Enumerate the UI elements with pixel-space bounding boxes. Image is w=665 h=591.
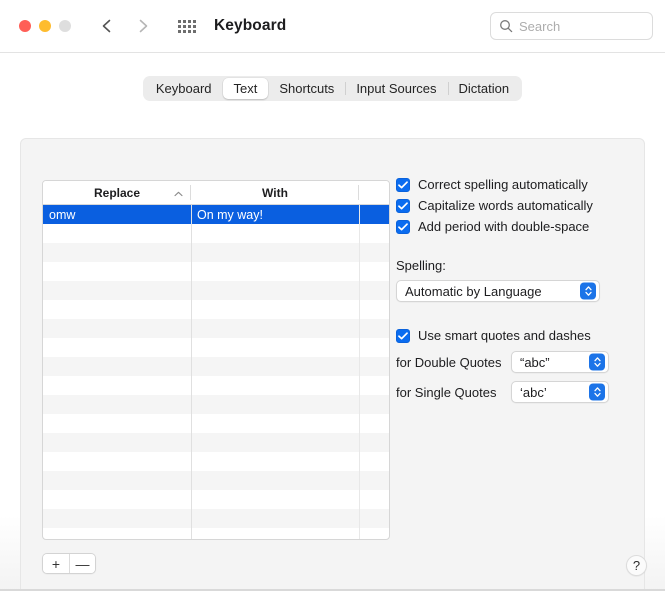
double-quotes-value: “abc”	[520, 354, 550, 370]
chevron-up-down-icon[interactable]	[589, 383, 605, 401]
single-quotes-row: for Single Quotes ‘abc’	[396, 381, 626, 403]
tab-shortcuts[interactable]: Shortcuts	[268, 78, 345, 99]
table-row[interactable]	[43, 262, 389, 281]
cell-replace: omw	[49, 207, 76, 222]
page-title: Keyboard	[214, 17, 287, 34]
zoom-button	[59, 20, 71, 32]
help-button[interactable]: ?	[626, 555, 647, 576]
navigation-buttons	[98, 17, 152, 35]
column-header-replace-label: Replace	[93, 185, 141, 200]
checkbox-add-period-label: Add period with double-space	[418, 219, 590, 234]
tab-input-sources[interactable]: Input Sources	[345, 78, 447, 99]
table-row[interactable]	[43, 452, 389, 471]
text-replacements-table[interactable]: Replace With omw On my way!	[42, 180, 390, 540]
table-row[interactable]	[43, 338, 389, 357]
double-quotes-label: for Double Quotes	[396, 354, 502, 370]
column-header-with[interactable]: With	[191, 181, 359, 204]
table-row[interactable]	[43, 357, 389, 376]
column-header-with-label: With	[262, 185, 288, 200]
tab-bar: Keyboard Text Shortcuts Input Sources Di…	[0, 76, 665, 101]
tab-text[interactable]: Text	[222, 78, 269, 99]
back-button[interactable]	[98, 17, 116, 35]
checkbox-correct-spelling[interactable]: Correct spelling automatically	[396, 177, 626, 192]
checkbox-checked-icon	[396, 198, 410, 213]
add-remove-button-group: + —	[42, 553, 96, 574]
smart-quotes-section: Use smart quotes and dashes for Double Q…	[396, 328, 626, 403]
single-quotes-label: for Single Quotes	[396, 384, 497, 400]
table-row[interactable]	[43, 376, 389, 395]
forward-button[interactable]	[134, 17, 152, 35]
close-button[interactable]	[19, 20, 31, 32]
add-replacement-button[interactable]: +	[43, 554, 69, 573]
checkbox-capitalize-words[interactable]: Capitalize words automatically	[396, 198, 626, 213]
checkbox-smart-quotes[interactable]: Use smart quotes and dashes	[396, 328, 626, 343]
table-row[interactable]	[43, 300, 389, 319]
single-quotes-dropdown[interactable]: ‘abc’	[511, 381, 609, 403]
table-row[interactable]	[43, 319, 389, 338]
checkbox-checked-icon	[396, 177, 410, 192]
spelling-dropdown-value: Automatic by Language	[405, 283, 542, 299]
tab-keyboard[interactable]: Keyboard	[145, 78, 223, 99]
column-header-replace[interactable]: Replace	[43, 181, 191, 204]
table-row[interactable]	[43, 395, 389, 414]
table-row[interactable]	[43, 224, 389, 243]
single-quotes-value: ‘abc’	[520, 384, 547, 400]
minimize-button[interactable]	[39, 20, 51, 32]
checkbox-correct-spelling-label: Correct spelling automatically	[418, 177, 588, 192]
checkbox-checked-icon	[396, 328, 410, 343]
keyboard-preferences-window: Keyboard Keyboard Text Shortcuts Input S…	[0, 0, 665, 591]
spelling-label: Spelling:	[396, 258, 446, 273]
table-row[interactable]	[43, 433, 389, 452]
table-row[interactable]	[43, 490, 389, 509]
table-header-row: Replace With	[43, 181, 389, 205]
text-settings-panel: Replace With omw On my way! + — Correct …	[20, 138, 645, 591]
table-row[interactable]: omw On my way!	[43, 205, 389, 224]
checkbox-smart-quotes-label: Use smart quotes and dashes	[418, 328, 591, 343]
table-row[interactable]	[43, 243, 389, 262]
checkbox-add-period[interactable]: Add period with double-space	[396, 219, 626, 234]
checkbox-capitalize-words-label: Capitalize words automatically	[418, 198, 593, 213]
checkbox-checked-icon	[396, 219, 410, 234]
column-divider	[359, 205, 360, 539]
cell-extra	[359, 205, 389, 224]
cell-with: On my way!	[197, 207, 263, 222]
chevron-up-icon	[174, 186, 183, 200]
preferences-body: Keyboard Text Shortcuts Input Sources Di…	[0, 53, 665, 591]
tab-dictation[interactable]: Dictation	[447, 78, 521, 99]
double-quotes-dropdown[interactable]: “abc”	[511, 351, 609, 373]
double-quotes-row: for Double Quotes “abc”	[396, 351, 626, 373]
table-row[interactable]	[43, 414, 389, 433]
tab-group: Keyboard Text Shortcuts Input Sources Di…	[142, 76, 523, 101]
traffic-lights	[19, 20, 71, 32]
chevron-up-down-icon[interactable]	[589, 353, 605, 371]
spelling-dropdown[interactable]: Automatic by Language	[396, 280, 600, 302]
table-row[interactable]	[43, 471, 389, 490]
search-icon	[499, 19, 513, 33]
table-body: omw On my way!	[43, 205, 389, 539]
column-header-extra	[359, 181, 389, 204]
table-row[interactable]	[43, 509, 389, 528]
table-row[interactable]	[43, 281, 389, 300]
titlebar: Keyboard	[0, 0, 665, 53]
chevron-up-down-icon[interactable]	[580, 282, 596, 300]
remove-replacement-button[interactable]: —	[69, 554, 95, 573]
show-all-grid-icon[interactable]	[178, 18, 198, 34]
search-field[interactable]	[490, 12, 653, 40]
column-divider	[191, 205, 192, 539]
text-options: Correct spelling automatically Capitaliz…	[396, 177, 626, 403]
search-input[interactable]	[519, 18, 644, 34]
